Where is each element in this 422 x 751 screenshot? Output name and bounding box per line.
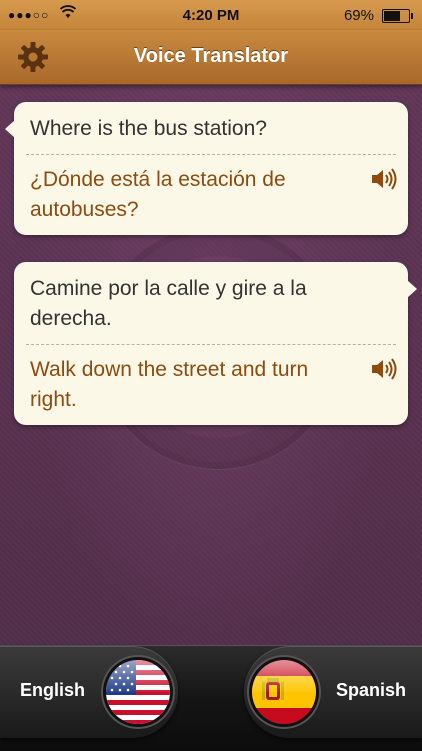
english-speak-button[interactable]: English bbox=[0, 646, 178, 738]
bubble-tail bbox=[5, 120, 15, 138]
language-label: English bbox=[20, 680, 86, 700]
translated-text-row: ¿Dónde está la estación de autobuses? bbox=[14, 155, 408, 235]
translated-text: Walk down the street and turn right. bbox=[30, 358, 309, 411]
status-bar: ●●●○○ 4:20 PM 69% bbox=[0, 0, 422, 30]
nav-header: Voice Translator bbox=[0, 30, 422, 85]
translated-text-row: Walk down the street and turn right. bbox=[14, 345, 408, 425]
language-bar: English Spanish bbox=[0, 645, 422, 751]
language-label: Spanish bbox=[335, 680, 406, 700]
translation-bubble: Camine por la calle y gire a la derecha.… bbox=[14, 262, 417, 425]
battery-percent: 69% bbox=[343, 7, 374, 24]
us-flag-icon bbox=[106, 660, 170, 724]
speaker-icon[interactable] bbox=[370, 357, 398, 381]
battery-icon bbox=[382, 9, 413, 23]
translation-bubble: Where is the bus station? ¿Dónde está la… bbox=[5, 102, 408, 235]
source-text: Where is the bus station? bbox=[30, 117, 267, 140]
speaker-icon[interactable] bbox=[370, 167, 398, 191]
source-text: Camine por la calle y gire a la derecha. bbox=[30, 277, 307, 330]
flag-gloss bbox=[252, 660, 316, 692]
translated-text: ¿Dónde está la estación de autobuses? bbox=[30, 168, 286, 221]
spain-flag-icon bbox=[252, 660, 316, 724]
bubble-tail bbox=[407, 280, 417, 298]
page-title: Voice Translator bbox=[133, 45, 289, 67]
flag-gloss bbox=[106, 660, 170, 692]
spanish-speak-button[interactable]: Spanish bbox=[244, 646, 422, 738]
